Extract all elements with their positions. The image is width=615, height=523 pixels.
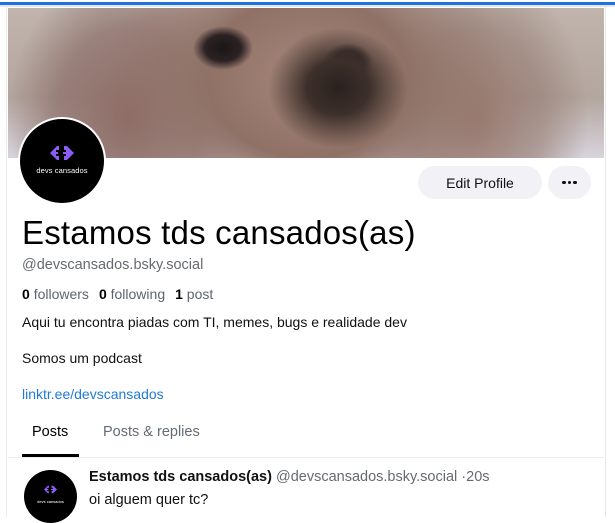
profile-tabs: Posts Posts & replies [8,411,604,458]
post-author-handle[interactable]: @devscansados.bsky.social [276,469,457,485]
following-stat[interactable]: 0 following [99,286,165,302]
tab-posts-and-replies[interactable]: Posts & replies [103,424,200,440]
posts-label: post [186,286,214,302]
more-horizontal-icon [562,180,577,185]
followers-count: 0 [22,286,30,302]
profile-handle: @devscansados.bsky.social [22,257,204,273]
post-header: Estamos tds cansados(as) @devscansados.b… [89,469,490,485]
post-text: oi alguem quer tc? [89,492,209,508]
following-label: following [110,286,166,302]
posts-stat: 1 post [175,286,213,302]
profile-stats: 0 followers 0 following 1 post [22,286,223,302]
following-count: 0 [98,286,107,302]
profile-avatar[interactable]: devs cansados [18,117,106,205]
profile-bio-line: Aqui tu encontra piadas com TI, memes, b… [22,314,407,330]
tab-posts[interactable]: Posts [32,424,68,440]
code-arrows-logo-icon [44,485,57,494]
profile-bio-line: Somos um podcast [22,350,142,366]
post-author-name[interactable]: Estamos tds cansados(as) [89,469,272,485]
post-author-avatar[interactable]: devs cansados [24,470,77,523]
code-arrows-logo-icon [50,146,74,160]
posts-count: 1 [175,286,183,302]
feed-post[interactable]: devs cansados Estamos tds cansados(as) @… [8,458,604,523]
more-options-button[interactable] [548,166,591,199]
profile-link[interactable]: linktr.ee/devscansados [22,386,164,402]
post-timestamp[interactable]: 20s [466,469,489,485]
edit-profile-button[interactable]: Edit Profile [418,166,542,199]
followers-label: followers [33,286,89,302]
followers-stat[interactable]: 0 followers [22,286,89,302]
avatar-label: devs cansados [36,166,88,175]
profile-display-name: Estamos tds cansados(as) [22,214,416,251]
active-tab-indicator [22,454,79,457]
avatar-label: devs cansados [37,499,64,504]
profile-panel: devs cansados Edit Profile Estamos tds c… [6,7,606,523]
